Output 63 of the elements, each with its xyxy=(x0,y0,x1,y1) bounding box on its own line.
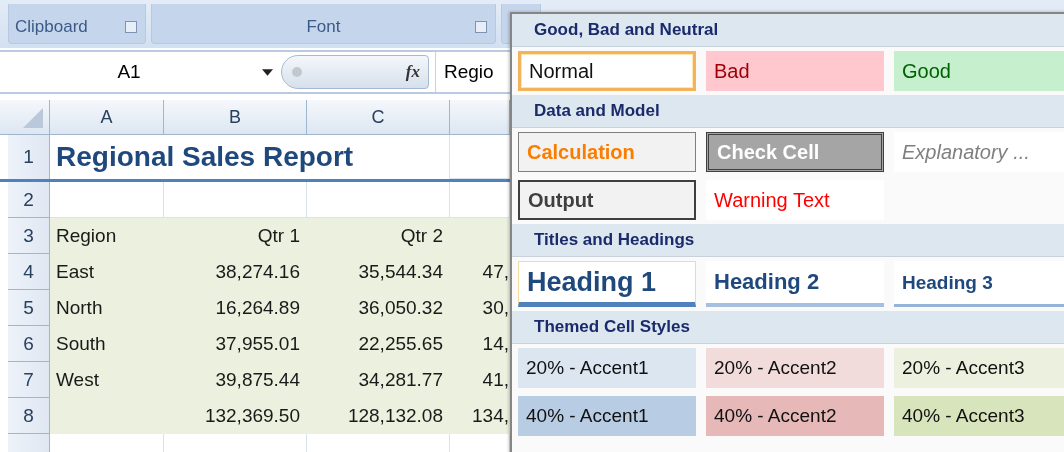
table-cell: 30, xyxy=(450,290,510,326)
column-header[interactable]: A xyxy=(50,100,164,134)
table-cell: 22,255.65 xyxy=(307,326,450,362)
table-cell: 38,274.16 xyxy=(164,254,307,290)
table-cell: 36,050.32 xyxy=(307,290,450,326)
column-header[interactable]: C xyxy=(307,100,450,134)
formula-input[interactable]: Regio xyxy=(435,52,494,92)
row-header[interactable]: 4 xyxy=(8,254,50,290)
table-cell: 34,281.77 xyxy=(307,362,450,398)
row-header[interactable]: 7 xyxy=(8,362,50,398)
dialog-launcher-icon[interactable] xyxy=(125,21,137,33)
row-header[interactable]: 2 xyxy=(8,182,50,218)
table-cell: 39,875.44 xyxy=(164,362,307,398)
row-header[interactable]: 6 xyxy=(8,326,50,362)
name-box[interactable]: A1 xyxy=(0,61,258,83)
splitter-dot-icon[interactable] xyxy=(292,67,302,77)
title-cell: Regional Sales Report xyxy=(50,135,450,179)
column-header[interactable]: B xyxy=(164,100,307,134)
cell-style-option[interactable]: Good xyxy=(894,51,1064,91)
table-cell: 14, xyxy=(450,326,510,362)
cell-style-option[interactable]: Heading 2 xyxy=(706,261,884,307)
table-cell: Qtr 2 xyxy=(307,218,450,254)
table-cell: Qtr 1 xyxy=(164,218,307,254)
triangle-icon xyxy=(23,108,43,128)
cell-style-option[interactable]: 40% - Accent1 xyxy=(518,396,696,436)
table-cell: 41, xyxy=(450,362,510,398)
cell-style-option[interactable]: 20% - Accent3 xyxy=(894,348,1064,388)
cell-style-option[interactable]: Explanatory ... xyxy=(894,132,1064,172)
cell-style-option[interactable]: Warning Text xyxy=(706,180,884,220)
dialog-launcher-icon[interactable] xyxy=(475,21,487,33)
insert-function-button[interactable]: fx xyxy=(405,62,420,82)
cell-style-option[interactable]: Normal xyxy=(518,51,696,91)
table-cell: 16,264.89 xyxy=(164,290,307,326)
cell-style-option[interactable]: Bad xyxy=(706,51,884,91)
row-header[interactable]: 5 xyxy=(8,290,50,326)
table-cell: South xyxy=(50,326,164,362)
cell-style-option[interactable]: Output xyxy=(518,180,696,220)
section-header: Data and Model xyxy=(512,95,1064,128)
table-cell: East xyxy=(50,254,164,290)
table-cell: North xyxy=(50,290,164,326)
table-cell: 35,544.34 xyxy=(307,254,450,290)
section-header: Themed Cell Styles xyxy=(512,311,1064,344)
cell-style-option[interactable]: 40% - Accent2 xyxy=(706,396,884,436)
section-header: Titles and Headings xyxy=(512,224,1064,257)
group-label: Font xyxy=(306,17,341,37)
table-cell: 37,955.01 xyxy=(164,326,307,362)
cell-style-option[interactable]: Heading 3 xyxy=(894,261,1064,307)
table-cell: 128,132.08 xyxy=(307,398,450,434)
row-header[interactable]: 8 xyxy=(8,398,50,434)
cell-style-option[interactable]: Heading 1 xyxy=(518,261,696,307)
group-label: Clipboard xyxy=(15,17,88,37)
table-cell: 132,369.50 xyxy=(164,398,307,434)
table-cell: 134, xyxy=(450,398,510,434)
cell-style-option[interactable]: 20% - Accent1 xyxy=(518,348,696,388)
table-cell: Region xyxy=(50,218,164,254)
row-header[interactable]: 1 xyxy=(8,135,50,179)
dropdown-caret-icon[interactable] xyxy=(262,68,273,76)
section-header: Good, Bad and Neutral xyxy=(512,14,1064,47)
cell-style-option[interactable]: 40% - Accent3 xyxy=(894,396,1064,436)
row-header[interactable]: 3 xyxy=(8,218,50,254)
table-cell: 47, xyxy=(450,254,510,290)
table-cell: West xyxy=(50,362,164,398)
cell-style-option[interactable]: 20% - Accent2 xyxy=(706,348,884,388)
